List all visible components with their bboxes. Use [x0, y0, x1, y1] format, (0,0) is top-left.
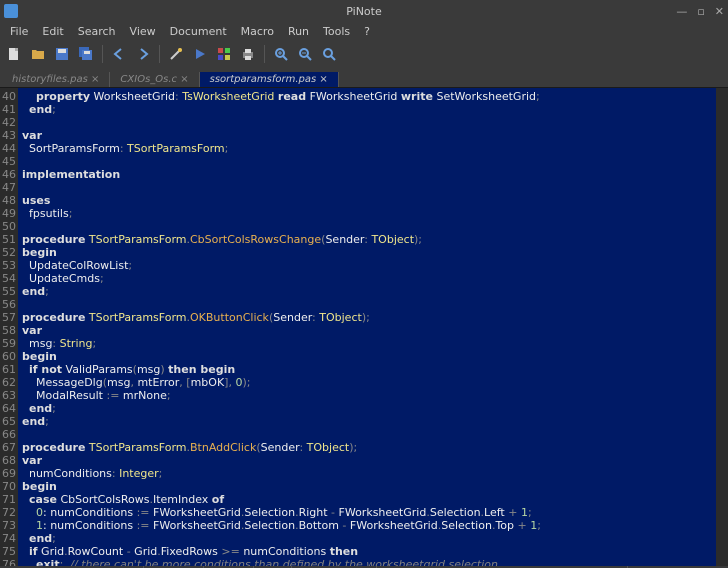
menu-document[interactable]: Document — [164, 25, 233, 38]
menu-view[interactable]: View — [124, 25, 162, 38]
vertical-scrollbar[interactable] — [716, 88, 728, 566]
menu-?[interactable]: ? — [358, 25, 376, 38]
code-area[interactable]: property WorksheetGrid: TsWorksheetGrid … — [18, 88, 716, 566]
menu-search[interactable]: Search — [72, 25, 122, 38]
zoom-out-icon[interactable] — [295, 44, 315, 64]
editor: 4041424344454647484950515253545556575859… — [0, 88, 728, 566]
tab-0[interactable]: historyfiles.pas × — [2, 72, 110, 87]
new-file-icon[interactable] — [4, 44, 24, 64]
wand-icon[interactable] — [166, 44, 186, 64]
palette-icon[interactable] — [214, 44, 234, 64]
maximize-button[interactable]: ▫ — [697, 5, 704, 18]
menu-run[interactable]: Run — [282, 25, 315, 38]
app-icon — [4, 4, 18, 18]
tab-2[interactable]: ssortparamsform.pas × — [200, 72, 339, 87]
line-gutter[interactable]: 4041424344454647484950515253545556575859… — [0, 88, 18, 566]
zoom-reset-icon[interactable] — [319, 44, 339, 64]
toolbar — [0, 40, 728, 68]
menu-edit[interactable]: Edit — [36, 25, 69, 38]
save-icon[interactable] — [52, 44, 72, 64]
print-icon[interactable] — [238, 44, 258, 64]
menu-tools[interactable]: Tools — [317, 25, 356, 38]
forward-icon[interactable] — [133, 44, 153, 64]
back-icon[interactable] — [109, 44, 129, 64]
window-title: PiNote — [346, 5, 382, 18]
zoom-in-icon[interactable] — [271, 44, 291, 64]
window-controls: — ▫ ✕ — [676, 5, 724, 18]
run-icon[interactable] — [190, 44, 210, 64]
menu-file[interactable]: File — [4, 25, 34, 38]
save-all-icon[interactable] — [76, 44, 96, 64]
titlebar: PiNote — ▫ ✕ — [0, 0, 728, 22]
tabbar: historyfiles.pas ×CXIOs_Os.c ×ssortparam… — [0, 68, 728, 88]
close-button[interactable]: ✕ — [715, 5, 724, 18]
open-file-icon[interactable] — [28, 44, 48, 64]
minimize-button[interactable]: — — [676, 5, 687, 18]
menu-macro[interactable]: Macro — [235, 25, 280, 38]
menubar: FileEditSearchViewDocumentMacroRunTools? — [0, 22, 728, 40]
tab-1[interactable]: CXIOs_Os.c × — [110, 72, 199, 87]
